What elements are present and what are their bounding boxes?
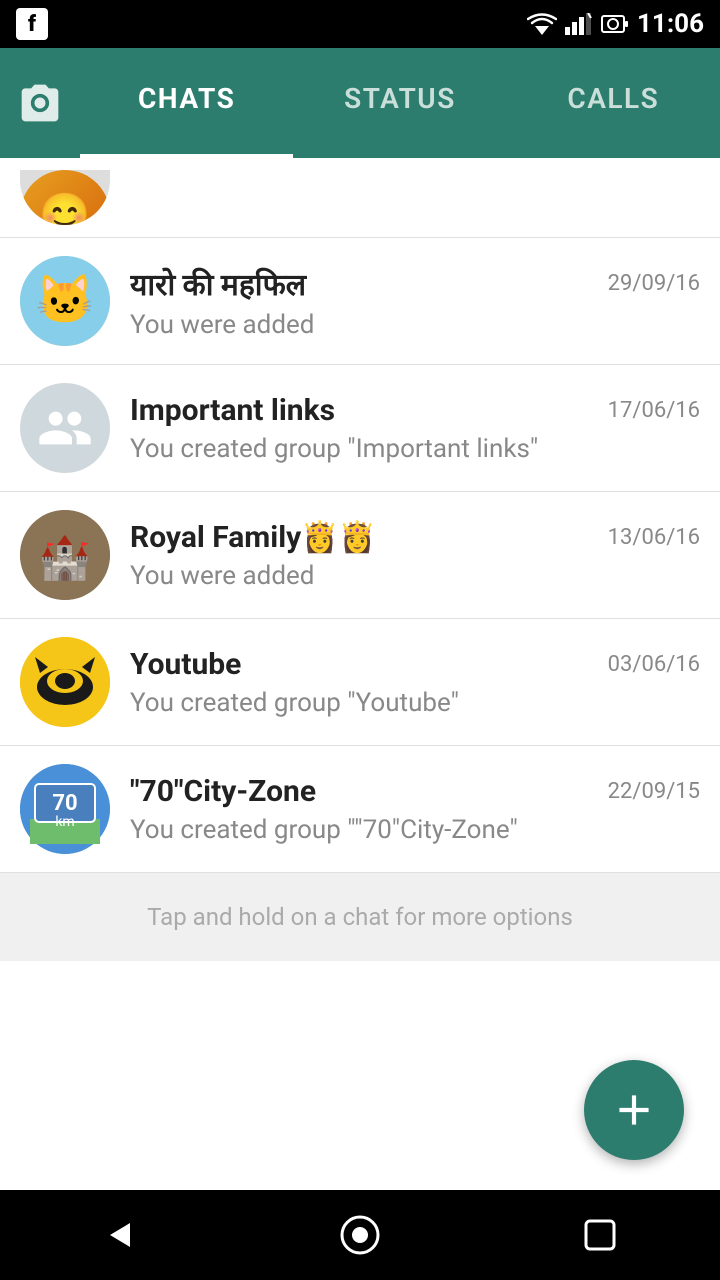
chat-preview: You created group ""70"City-Zone" bbox=[130, 815, 700, 845]
chat-item[interactable]: 🐱 यारो की महफिल 29/09/16 You were added bbox=[0, 238, 720, 365]
chat-preview: You were added bbox=[130, 310, 700, 340]
chat-header: Royal Family👸👸 13/06/16 bbox=[130, 520, 700, 555]
home-icon bbox=[338, 1213, 382, 1257]
chat-header: "70"City-Zone 22/09/15 bbox=[130, 774, 700, 809]
camera-icon bbox=[18, 81, 62, 125]
top-nav: CHATS STATUS CALLS bbox=[0, 48, 720, 158]
svg-text:70: 70 bbox=[52, 791, 77, 816]
chat-preview: You were added bbox=[130, 561, 700, 591]
chat-header: Important links 17/06/16 bbox=[130, 393, 700, 428]
status-bar-left: f bbox=[16, 8, 48, 40]
chat-date: 13/06/16 bbox=[608, 525, 700, 550]
new-chat-fab[interactable] bbox=[584, 1060, 684, 1160]
chat-date: 03/06/16 bbox=[608, 652, 700, 677]
chat-info: Youtube 03/06/16 You created group "Yout… bbox=[130, 647, 700, 718]
battery-icon bbox=[601, 13, 629, 35]
home-button[interactable] bbox=[320, 1195, 400, 1275]
chat-name: "70"City-Zone bbox=[130, 774, 592, 809]
partial-avatar: 😊 bbox=[20, 170, 110, 225]
camera-icon-wrap[interactable] bbox=[0, 81, 80, 125]
avatar bbox=[20, 383, 110, 473]
signal-icon bbox=[565, 13, 593, 35]
fab-container bbox=[584, 1060, 684, 1160]
wifi-icon bbox=[527, 13, 557, 35]
svg-text:🏰: 🏰 bbox=[39, 534, 91, 583]
svg-text:🐱: 🐱 bbox=[35, 271, 95, 328]
chat-date: 29/09/16 bbox=[608, 271, 700, 296]
tab-calls[interactable]: CALLS bbox=[507, 48, 720, 158]
chat-preview: You created group "Youtube" bbox=[130, 688, 700, 718]
tab-chats[interactable]: CHATS bbox=[80, 48, 293, 158]
chat-name: Important links bbox=[130, 393, 592, 428]
chat-name: Royal Family👸👸 bbox=[130, 520, 592, 555]
chat-name: Youtube bbox=[130, 647, 592, 682]
add-icon bbox=[609, 1085, 659, 1135]
chat-date: 22/09/15 bbox=[608, 779, 700, 804]
chat-header: यारो की महफिल 29/09/16 bbox=[130, 263, 700, 304]
hint-text: Tap and hold on a chat for more options bbox=[0, 873, 720, 961]
status-bar-right: 11:06 bbox=[527, 9, 704, 39]
chat-header: Youtube 03/06/16 bbox=[130, 647, 700, 682]
avatar: 70 km bbox=[20, 764, 110, 854]
avatar: 🐱 bbox=[20, 256, 110, 346]
chat-preview: You created group "Important links" bbox=[130, 434, 700, 464]
tab-status[interactable]: STATUS bbox=[293, 48, 506, 158]
recents-icon bbox=[582, 1217, 618, 1253]
chat-info: Important links 17/06/16 You created gro… bbox=[130, 393, 700, 464]
partial-chat-item[interactable]: 😊 bbox=[0, 158, 720, 238]
status-bar: f 11:06 bbox=[0, 0, 720, 48]
recents-button[interactable] bbox=[560, 1195, 640, 1275]
clock: 11:06 bbox=[637, 9, 704, 39]
nav-tabs: CHATS STATUS CALLS bbox=[80, 48, 720, 158]
avatar: 🏰 bbox=[20, 510, 110, 600]
chat-item[interactable]: Important links 17/06/16 You created gro… bbox=[0, 365, 720, 492]
chat-item[interactable]: Youtube 03/06/16 You created group "Yout… bbox=[0, 619, 720, 746]
chat-name: यारो की महफिल bbox=[130, 263, 592, 304]
chat-item[interactable]: 🏰 Royal Family👸👸 13/06/16 You were added bbox=[0, 492, 720, 619]
chat-info: Royal Family👸👸 13/06/16 You were added bbox=[130, 520, 700, 591]
back-icon bbox=[100, 1215, 140, 1255]
facebook-icon: f bbox=[16, 8, 48, 40]
back-button[interactable] bbox=[80, 1195, 160, 1275]
chat-list: 😊 🐱 यारो की महफिल 29/09/16 You were adde… bbox=[0, 158, 720, 1190]
chat-info: "70"City-Zone 22/09/15 You created group… bbox=[130, 774, 700, 845]
bottom-nav bbox=[0, 1190, 720, 1280]
chat-item[interactable]: 70 km "70"City-Zone 22/09/15 You created… bbox=[0, 746, 720, 873]
chat-info: यारो की महफिल 29/09/16 You were added bbox=[130, 263, 700, 340]
chat-date: 17/06/16 bbox=[608, 398, 700, 423]
avatar bbox=[20, 637, 110, 727]
svg-text:km: km bbox=[55, 814, 74, 830]
